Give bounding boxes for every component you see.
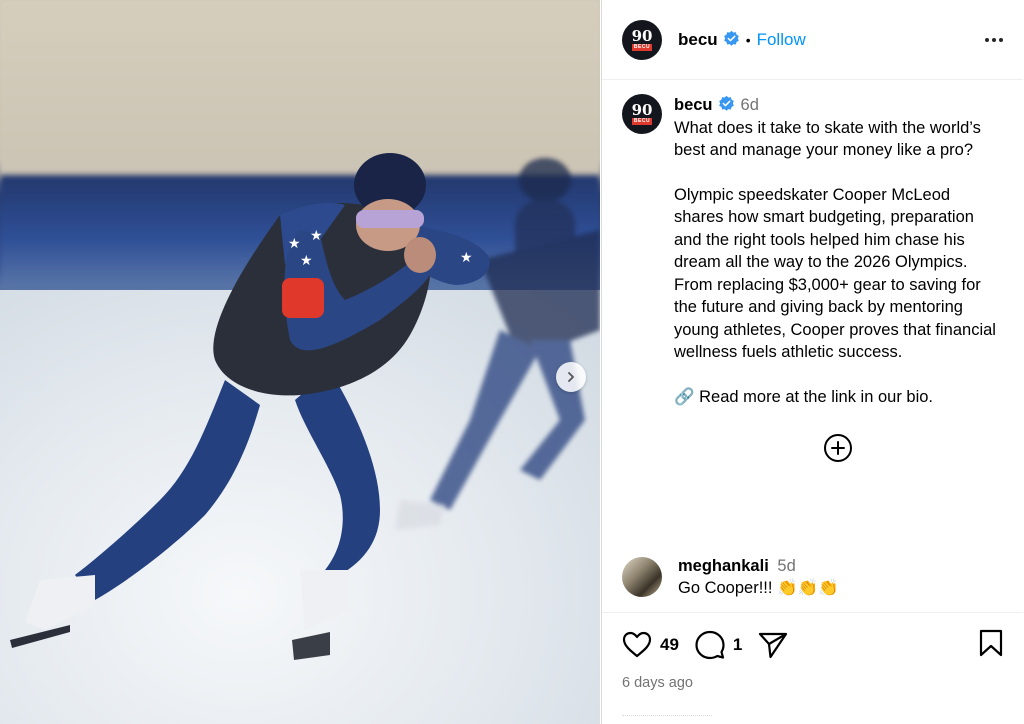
next-photo-button[interactable]: [556, 362, 586, 392]
post-actions: 49 1 6 days ago: [602, 612, 1023, 724]
commenter-avatar[interactable]: [622, 557, 662, 597]
post-caption: 90 BECU becu 6d What does it take to ska…: [602, 80, 1023, 408]
author-username[interactable]: becu: [678, 30, 740, 50]
more-options-button[interactable]: [985, 37, 1003, 42]
post-header: 90 BECU becu • Follow: [602, 0, 1023, 80]
like-button[interactable]: 49: [622, 631, 695, 659]
svg-text:★: ★: [310, 227, 323, 243]
author-avatar[interactable]: 90 BECU: [622, 19, 662, 60]
caption-paragraph-1: What does it take to skate with the worl…: [674, 118, 981, 160]
comment-timestamp[interactable]: 5d: [777, 557, 795, 575]
comment-item: meghankali 5d Go Cooper!!! 👏👏👏: [602, 555, 1023, 599]
comment-content: meghankali 5d Go Cooper!!! 👏👏👏: [678, 555, 839, 599]
caption-author-avatar[interactable]: 90 BECU: [622, 94, 662, 134]
more-dot-icon: [985, 37, 989, 42]
avatar-tag: BECU: [631, 43, 653, 51]
comment-bubble-icon: [695, 630, 725, 660]
avatar-number: 90: [631, 26, 653, 45]
comment-button[interactable]: 1: [695, 630, 758, 660]
save-button[interactable]: [979, 629, 1003, 662]
caption-paragraph-2: Olympic speedskater Cooper McLeod shares…: [674, 185, 996, 362]
caption-timestamp[interactable]: 6d: [741, 96, 759, 114]
send-icon: [759, 632, 788, 659]
commenter-username[interactable]: meghankali: [678, 557, 769, 575]
svg-text:★: ★: [288, 235, 301, 251]
more-dot-icon: [992, 37, 996, 42]
post-body: 90 BECU becu 6d What does it take to ska…: [602, 80, 1023, 612]
post-date[interactable]: 6 days ago: [622, 675, 1003, 691]
more-dot-icon: [999, 37, 1003, 42]
svg-text:★: ★: [460, 249, 473, 265]
load-more-comments-area: [602, 433, 1023, 463]
share-button[interactable]: [758, 631, 788, 659]
bookmark-icon: [979, 629, 1003, 656]
header-separator: •: [745, 31, 751, 48]
author-username-text[interactable]: becu: [678, 30, 718, 49]
caption-username[interactable]: becu: [674, 96, 713, 114]
comment-text: Go Cooper!!! 👏👏👏: [678, 579, 839, 597]
heart-icon: [622, 631, 652, 658]
comment-input-hint: [622, 715, 712, 721]
comment-count[interactable]: 1: [733, 635, 742, 655]
avatar-tag: BECU: [631, 118, 653, 125]
post-details-panel: 90 BECU becu • Follow 90 BECU becu 6d Wh…: [601, 0, 1023, 724]
svg-text:★: ★: [300, 252, 313, 268]
avatar-number: 90: [631, 101, 653, 119]
verified-badge-icon: [718, 95, 734, 111]
chevron-right-icon: [568, 372, 574, 382]
verified-badge-icon: [723, 30, 739, 46]
caption-paragraph-3: 🔗 Read more at the link in our bio.: [674, 387, 934, 406]
follow-button[interactable]: Follow: [757, 30, 806, 50]
plus-circle-icon[interactable]: [823, 433, 853, 463]
speedskaters-illustration: ★ ★ ★ ★: [10, 153, 600, 660]
action-row: 49 1: [622, 629, 1003, 661]
post-photo: ★ ★ ★ ★: [0, 0, 600, 724]
like-count[interactable]: 49: [660, 635, 679, 655]
caption-text: becu 6d What does it take to skate with …: [674, 94, 1003, 408]
caption-header: becu 6d: [674, 94, 1003, 117]
